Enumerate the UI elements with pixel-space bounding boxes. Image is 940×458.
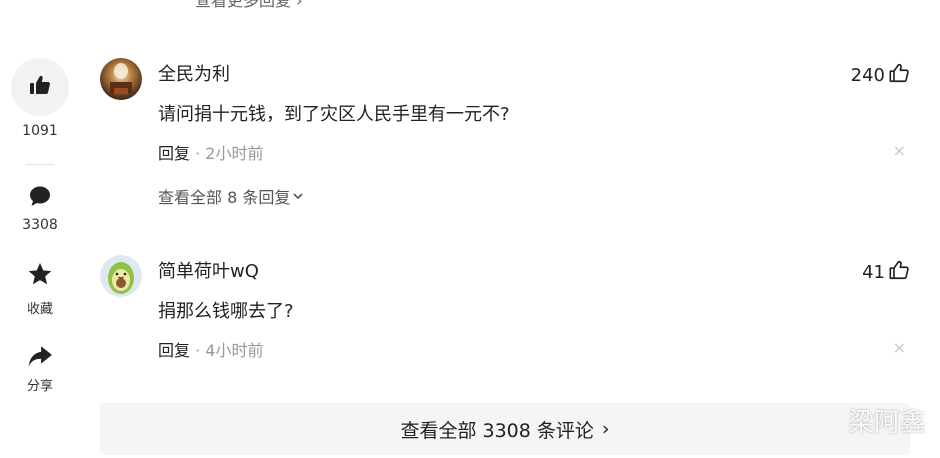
favorite-button[interactable] (26, 262, 54, 290)
thumbs-up-outline-icon (888, 259, 910, 286)
reply-button[interactable]: 回复 (158, 144, 190, 163)
action-rail: 1091 3308 收藏 分享 (0, 0, 80, 458)
meta-separator: · (195, 144, 201, 163)
comment-meta: 回复 · 4小时前 (158, 337, 263, 361)
watermark: 梁阿鑫 (847, 408, 926, 438)
comment-author[interactable]: 全民为利 (158, 60, 230, 86)
comment-item: 简单荷叶wQ 41 捐那么钱哪去了? 回复 · 4小时前 × (100, 255, 910, 375)
comment-like-count: 41 (862, 262, 885, 283)
favorite-label: 收藏 (26, 302, 53, 317)
like-button[interactable] (11, 58, 69, 116)
share-button[interactable] (26, 344, 54, 372)
meta-separator: · (195, 341, 201, 360)
rail-divider (26, 164, 54, 165)
comment-like-count: 240 (850, 65, 885, 86)
close-icon[interactable]: × (893, 338, 906, 357)
view-all-replies-link[interactable]: 查看全部 8 条回复 (158, 184, 304, 208)
comment-meta: 回复 · 2小时前 (158, 140, 263, 164)
thumbs-up-icon (28, 73, 52, 101)
avocado-avatar-icon[interactable] (100, 255, 142, 297)
thumbs-up-outline-icon (888, 62, 910, 89)
comment-button[interactable] (26, 184, 54, 212)
comment-bubble-icon (28, 184, 52, 212)
comment-item: 全民为利 240 请问捐十元钱，到了灾区人民手里有一元不? 回复 · 2小时前 … (100, 58, 910, 208)
comment-count: 3308 (22, 217, 58, 233)
reply-button[interactable]: 回复 (158, 341, 190, 360)
like-count: 1091 (22, 123, 58, 139)
close-icon[interactable]: × (893, 141, 906, 160)
share-label: 分享 (26, 379, 53, 394)
chevron-down-icon (292, 187, 304, 206)
portrait-avatar-icon[interactable] (100, 58, 142, 100)
comment-like-button[interactable]: 240 (851, 62, 910, 89)
more-replies-link-truncated[interactable]: 查看更多回复 › (195, 0, 303, 11)
view-all-comments-label: 查看全部 3308 条评论 (400, 419, 594, 442)
comment-text: 请问捐十元钱，到了灾区人民手里有一元不? (158, 104, 510, 125)
view-all-replies-label: 查看全部 8 条回复 (158, 188, 291, 207)
chevron-right-icon: › (601, 418, 610, 440)
share-arrow-icon (27, 343, 53, 373)
comment-text: 捐那么钱哪去了? (158, 301, 294, 322)
comment-author[interactable]: 简单荷叶wQ (158, 257, 259, 283)
comment-time: 4小时前 (205, 341, 264, 360)
star-icon (27, 261, 53, 291)
comment-like-button[interactable]: 41 (862, 259, 910, 286)
comment-time: 2小时前 (205, 144, 264, 163)
view-all-comments-button[interactable]: 查看全部 3308 条评论 › (100, 403, 910, 455)
